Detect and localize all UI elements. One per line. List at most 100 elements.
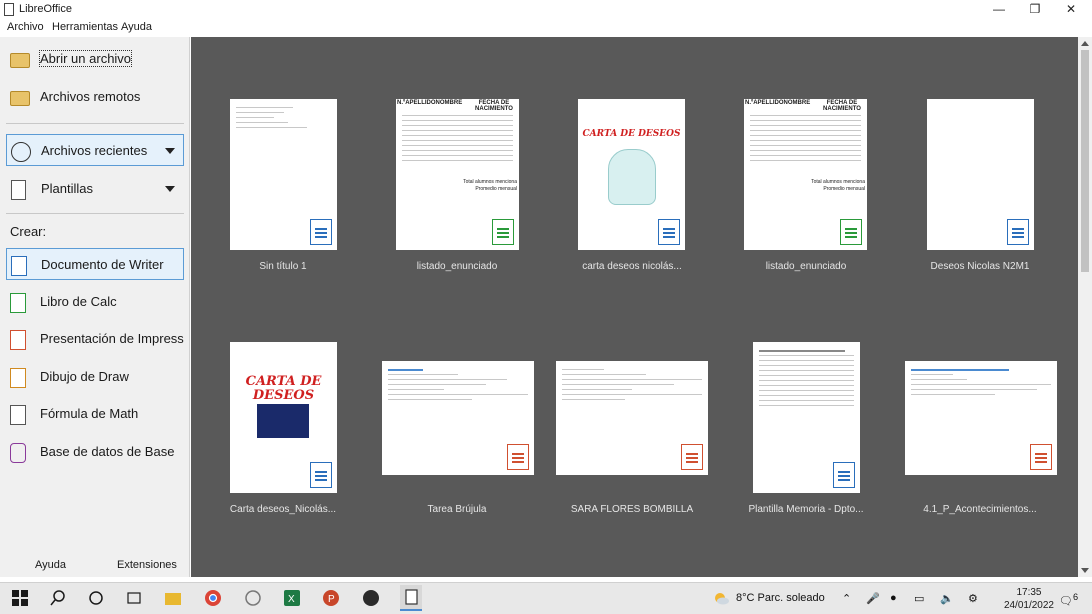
recent-doc-thumbnail[interactable] xyxy=(905,361,1057,475)
open-file-label: Abrir un archivo xyxy=(38,50,133,67)
obs-icon[interactable] xyxy=(362,589,380,607)
recent-doc-thumbnail[interactable] xyxy=(927,99,1034,250)
vertical-scrollbar[interactable] xyxy=(1078,37,1092,577)
recent-doc-thumbnail[interactable]: N.ºAPELLIDONOMBRE FECHA DE NACIMIENTO To… xyxy=(744,99,867,250)
help-button[interactable]: Ayuda xyxy=(35,559,66,571)
candy-jar-image xyxy=(608,149,656,205)
file-explorer-icon[interactable] xyxy=(164,589,182,607)
recent-doc-name: listado_enunciado xyxy=(416,261,498,272)
microphone-icon[interactable]: 🎤 xyxy=(866,592,880,605)
weather-text[interactable]: 8°C Parc. soleado xyxy=(736,592,825,604)
folder-icon xyxy=(10,53,30,68)
chrome-icon[interactable] xyxy=(204,589,222,607)
create-base-label: Base de datos de Base xyxy=(40,444,175,459)
open-file-button[interactable]: Abrir un archivo xyxy=(6,43,184,75)
recent-doc-thumbnail[interactable]: CARTA DE DESEOS xyxy=(578,99,685,250)
recent-documents-area: Sin título 1 N.ºAPELLIDONOMBRE FECHA DE … xyxy=(191,37,1078,577)
recent-doc-thumbnail[interactable]: N.ºAPELLIDONOMBRE FECHA DE NACIMIENTO To… xyxy=(396,99,519,250)
clock-icon xyxy=(11,142,31,162)
carta-title: DESEOS xyxy=(252,388,315,403)
title-bar: LibreOffice — ❐ ✕ xyxy=(0,0,1092,20)
calc-header: FECHA DE NACIMIENTO xyxy=(823,100,861,112)
calc-footer: Total alumnos menciona xyxy=(811,179,865,185)
notifications-icon[interactable]: 🗨6 xyxy=(1059,592,1078,608)
create-heading: Crear: xyxy=(10,224,47,239)
recent-doc-thumbnail[interactable] xyxy=(753,342,860,493)
calc-footer: Promedio mensual xyxy=(475,186,517,192)
app-tray-icon[interactable]: ● xyxy=(890,592,897,604)
recent-doc-thumbnail[interactable]: CARTA DE DESEOS xyxy=(230,342,337,493)
remote-folder-icon xyxy=(10,91,30,106)
writer-icon xyxy=(1007,219,1029,245)
clock[interactable]: 17:35 24/01/2022 xyxy=(1004,586,1054,612)
calc-header: N.ºAPELLIDONOMBRE xyxy=(397,100,463,106)
network-icon[interactable]: ⚙ xyxy=(968,592,978,605)
search-icon[interactable] xyxy=(49,589,67,607)
close-button[interactable]: ✕ xyxy=(1053,0,1089,20)
minimize-button[interactable]: — xyxy=(981,0,1017,20)
calc-header: N.ºAPELLIDONOMBRE xyxy=(745,100,811,106)
chevron-up-icon[interactable]: ⌃ xyxy=(842,592,851,605)
menu-bar: Archivo Herramientas Ayuda xyxy=(0,20,1092,37)
libreoffice-taskbar-icon[interactable] xyxy=(400,585,422,611)
scrollbar-thumb[interactable] xyxy=(1081,50,1089,272)
clock-time: 17:35 xyxy=(1016,587,1042,598)
windows-start-icon[interactable] xyxy=(11,589,29,607)
create-impress-button[interactable]: Presentación de Impress xyxy=(6,323,184,355)
libreoffice-icon xyxy=(4,3,14,16)
scroll-up-icon[interactable] xyxy=(1081,41,1089,46)
recent-doc-thumbnail[interactable] xyxy=(382,361,534,475)
remote-files-button[interactable]: Archivos remotos xyxy=(6,81,184,113)
svg-text:P: P xyxy=(328,594,335,605)
start-center-sidebar: Abrir un archivo Archivos remotos Archiv… xyxy=(0,37,190,577)
scroll-down-icon[interactable] xyxy=(1081,568,1089,573)
writer-icon xyxy=(658,219,680,245)
app-icon[interactable] xyxy=(244,589,262,607)
volume-icon[interactable]: 🔈 xyxy=(940,592,954,605)
recent-doc-thumbnail[interactable] xyxy=(230,99,337,250)
powerpoint-icon[interactable]: P xyxy=(322,589,340,607)
recent-doc-name: Carta deseos_Nicolás... xyxy=(229,504,337,515)
calc-icon xyxy=(840,219,862,245)
carta-title: CARTA DE xyxy=(245,374,322,389)
remote-files-label: Archivos remotos xyxy=(40,89,141,104)
cortana-icon[interactable] xyxy=(87,589,105,607)
menu-ayuda[interactable]: Ayuda xyxy=(121,21,152,33)
create-calc-button[interactable]: Libro de Calc xyxy=(6,286,184,318)
templates-button[interactable]: Plantillas xyxy=(6,172,184,204)
chevron-down-icon[interactable] xyxy=(165,186,175,192)
carta-title: CARTA DE DESEOS xyxy=(582,129,681,139)
template-icon xyxy=(11,180,26,200)
windows-taskbar: X P 8°C Parc. soleado ⌃ 🎤 ● ▭ 🔈 ⚙ 17:35 … xyxy=(0,582,1092,614)
create-writer-label: Documento de Writer xyxy=(41,257,164,272)
calc-header: FECHA DE NACIMIENTO xyxy=(475,100,513,112)
recent-doc-name: Tarea Brújula xyxy=(427,504,487,515)
extensions-button[interactable]: Extensiones xyxy=(117,559,177,571)
create-base-button[interactable]: Base de datos de Base xyxy=(6,436,184,468)
menu-herramientas[interactable]: Herramientas xyxy=(52,21,118,33)
excel-icon[interactable]: X xyxy=(283,589,301,607)
recent-doc-name: Sin título 1 xyxy=(259,261,307,272)
recent-doc-name: 4.1_P_Acontecimientos... xyxy=(923,504,1037,515)
maximize-button[interactable]: ❐ xyxy=(1017,0,1053,20)
create-math-button[interactable]: Fórmula de Math xyxy=(6,398,184,430)
recent-doc-name: carta deseos nicolás... xyxy=(582,261,682,272)
impress-icon xyxy=(507,444,529,470)
separator xyxy=(6,213,184,214)
recent-doc-thumbnail[interactable] xyxy=(556,361,708,475)
templates-label: Plantillas xyxy=(41,181,94,196)
writer-icon xyxy=(833,462,855,488)
menu-archivo[interactable]: Archivo xyxy=(7,21,44,33)
weather-icon[interactable] xyxy=(712,589,730,607)
battery-icon[interactable]: ▭ xyxy=(914,592,924,605)
task-view-icon[interactable] xyxy=(125,589,143,607)
writer-icon xyxy=(310,462,332,488)
chevron-down-icon[interactable] xyxy=(165,148,175,154)
impress-icon xyxy=(681,444,703,470)
base-icon xyxy=(10,443,26,463)
recent-files-button[interactable]: Archivos recientes xyxy=(6,134,184,166)
create-writer-button[interactable]: Documento de Writer xyxy=(6,248,184,280)
draw-icon xyxy=(10,368,26,388)
calc-footer: Total alumnos menciona xyxy=(463,179,517,185)
create-draw-button[interactable]: Dibujo de Draw xyxy=(6,361,184,393)
